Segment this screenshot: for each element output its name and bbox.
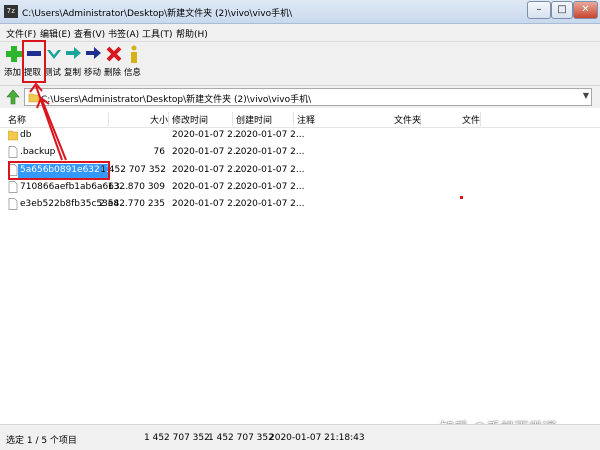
plus-icon [4,44,24,66]
file-created: 2020-01-07 2... [235,199,305,209]
file-created: 2020-01-07 2... [235,147,305,157]
menu-tools[interactable]: 工具(T) [142,27,173,40]
file-icon [8,146,18,161]
folder-icon [28,91,40,106]
status-time: 2020-01-07 21:18:43 [269,433,365,443]
list-item[interactable]: e3eb522b8fb35c53e8... 2 542 770 235 2020… [0,197,600,213]
check-icon [44,44,64,66]
file-name: .backup [20,147,56,157]
file-created: 2020-01-07 2... [235,165,305,175]
column-folders[interactable]: 文件夹 [394,113,421,126]
list-item[interactable]: .backup 76 2020-01-07 2... 2020-01-07 2.… [0,145,600,161]
menu-file[interactable]: 文件(F) [6,27,36,40]
status-selection: 选定 1 / 5 个项目 [6,436,77,446]
menu-view[interactable]: 查看(V) [74,27,105,40]
title-bar: 7z C:\Users\Administrator\Desktop\新建文件夹 … [0,0,600,24]
column-modified[interactable]: 修改时间 [172,113,208,126]
list-item[interactable]: db 2020-01-07 2... 2020-01-07 2... [0,128,600,144]
address-bar: C:\Users\Administrator\Desktop\新建文件夹 (2)… [0,86,600,108]
app-icon: 7z [4,5,18,18]
file-modified: 2020-01-07 2... [172,130,242,140]
file-size: 76 [153,147,165,157]
extract-highlight-box [22,40,46,83]
info-button[interactable]: 信息 [124,44,144,78]
close-button[interactable]: ✕ [573,1,598,19]
status-size: 1 452 707 352 [144,433,210,443]
column-header: 名称 大小 修改时间 创建时间 注释 文件夹 文件 [0,110,600,128]
file-size: 2 542 770 235 [99,199,165,209]
file-modified: 2020-01-07 2... [172,147,242,157]
annotation-dot [460,196,463,199]
file-icon [8,181,18,196]
file-created: 2020-01-07 2... [235,182,305,192]
column-size[interactable]: 大小 [150,113,168,126]
file-modified: 2020-01-07 2... [172,182,242,192]
column-divider [480,112,481,126]
status-bar: 选定 1 / 5 个项目 1 452 707 352 1 452 707 352… [0,424,600,450]
info-label: 信息 [123,68,141,78]
folder-icon [7,129,19,144]
menu-bar: 文件(F) 编辑(E) 查看(V) 书签(A) 工具(T) 帮助(H) [0,24,600,42]
column-divider [232,112,233,126]
chevron-down-icon[interactable]: ▼ [583,91,589,100]
column-divider [168,112,169,126]
x-icon [104,44,124,66]
minimize-button[interactable]: – [527,1,551,19]
status-packed-size: 1 452 707 352 [208,433,274,443]
menu-edit[interactable]: 编辑(E) [40,27,71,40]
column-name[interactable]: 名称 [8,113,26,126]
file-icon [8,198,18,213]
file-name: db [20,130,32,140]
arrow-right-icon [84,44,104,66]
file-modified: 2020-01-07 2... [172,199,242,209]
column-divider [293,112,294,126]
file-modified: 2020-01-07 2... [172,165,242,175]
address-path: C:\Users\Administrator\Desktop\新建文件夹 (2)… [41,95,312,105]
selected-file-highlight-box [8,161,110,180]
column-comment[interactable]: 注释 [297,113,315,126]
double-arrow-icon [64,44,84,66]
list-item[interactable]: 710866aefb1ab6a663... 132 870 309 2020-0… [0,180,600,196]
menu-bookmarks[interactable]: 书签(A) [108,27,139,40]
maximize-button[interactable]: □ [551,1,573,19]
file-size: 132 870 309 [107,182,165,192]
toolbar: 添加 提取 测试 复制 移动 删除 信息 [0,42,600,86]
up-folder-icon[interactable] [6,89,20,108]
column-files[interactable]: 文件 [462,113,480,126]
window-title: C:\Users\Administrator\Desktop\新建文件夹 (2)… [22,9,293,19]
menu-help[interactable]: 帮助(H) [176,27,208,40]
column-created[interactable]: 创建时间 [236,113,272,126]
file-created: 2020-01-07 2... [235,130,305,140]
address-input[interactable]: C:\Users\Administrator\Desktop\新建文件夹 (2)… [24,88,592,106]
column-divider [108,112,109,126]
info-icon [124,44,144,66]
